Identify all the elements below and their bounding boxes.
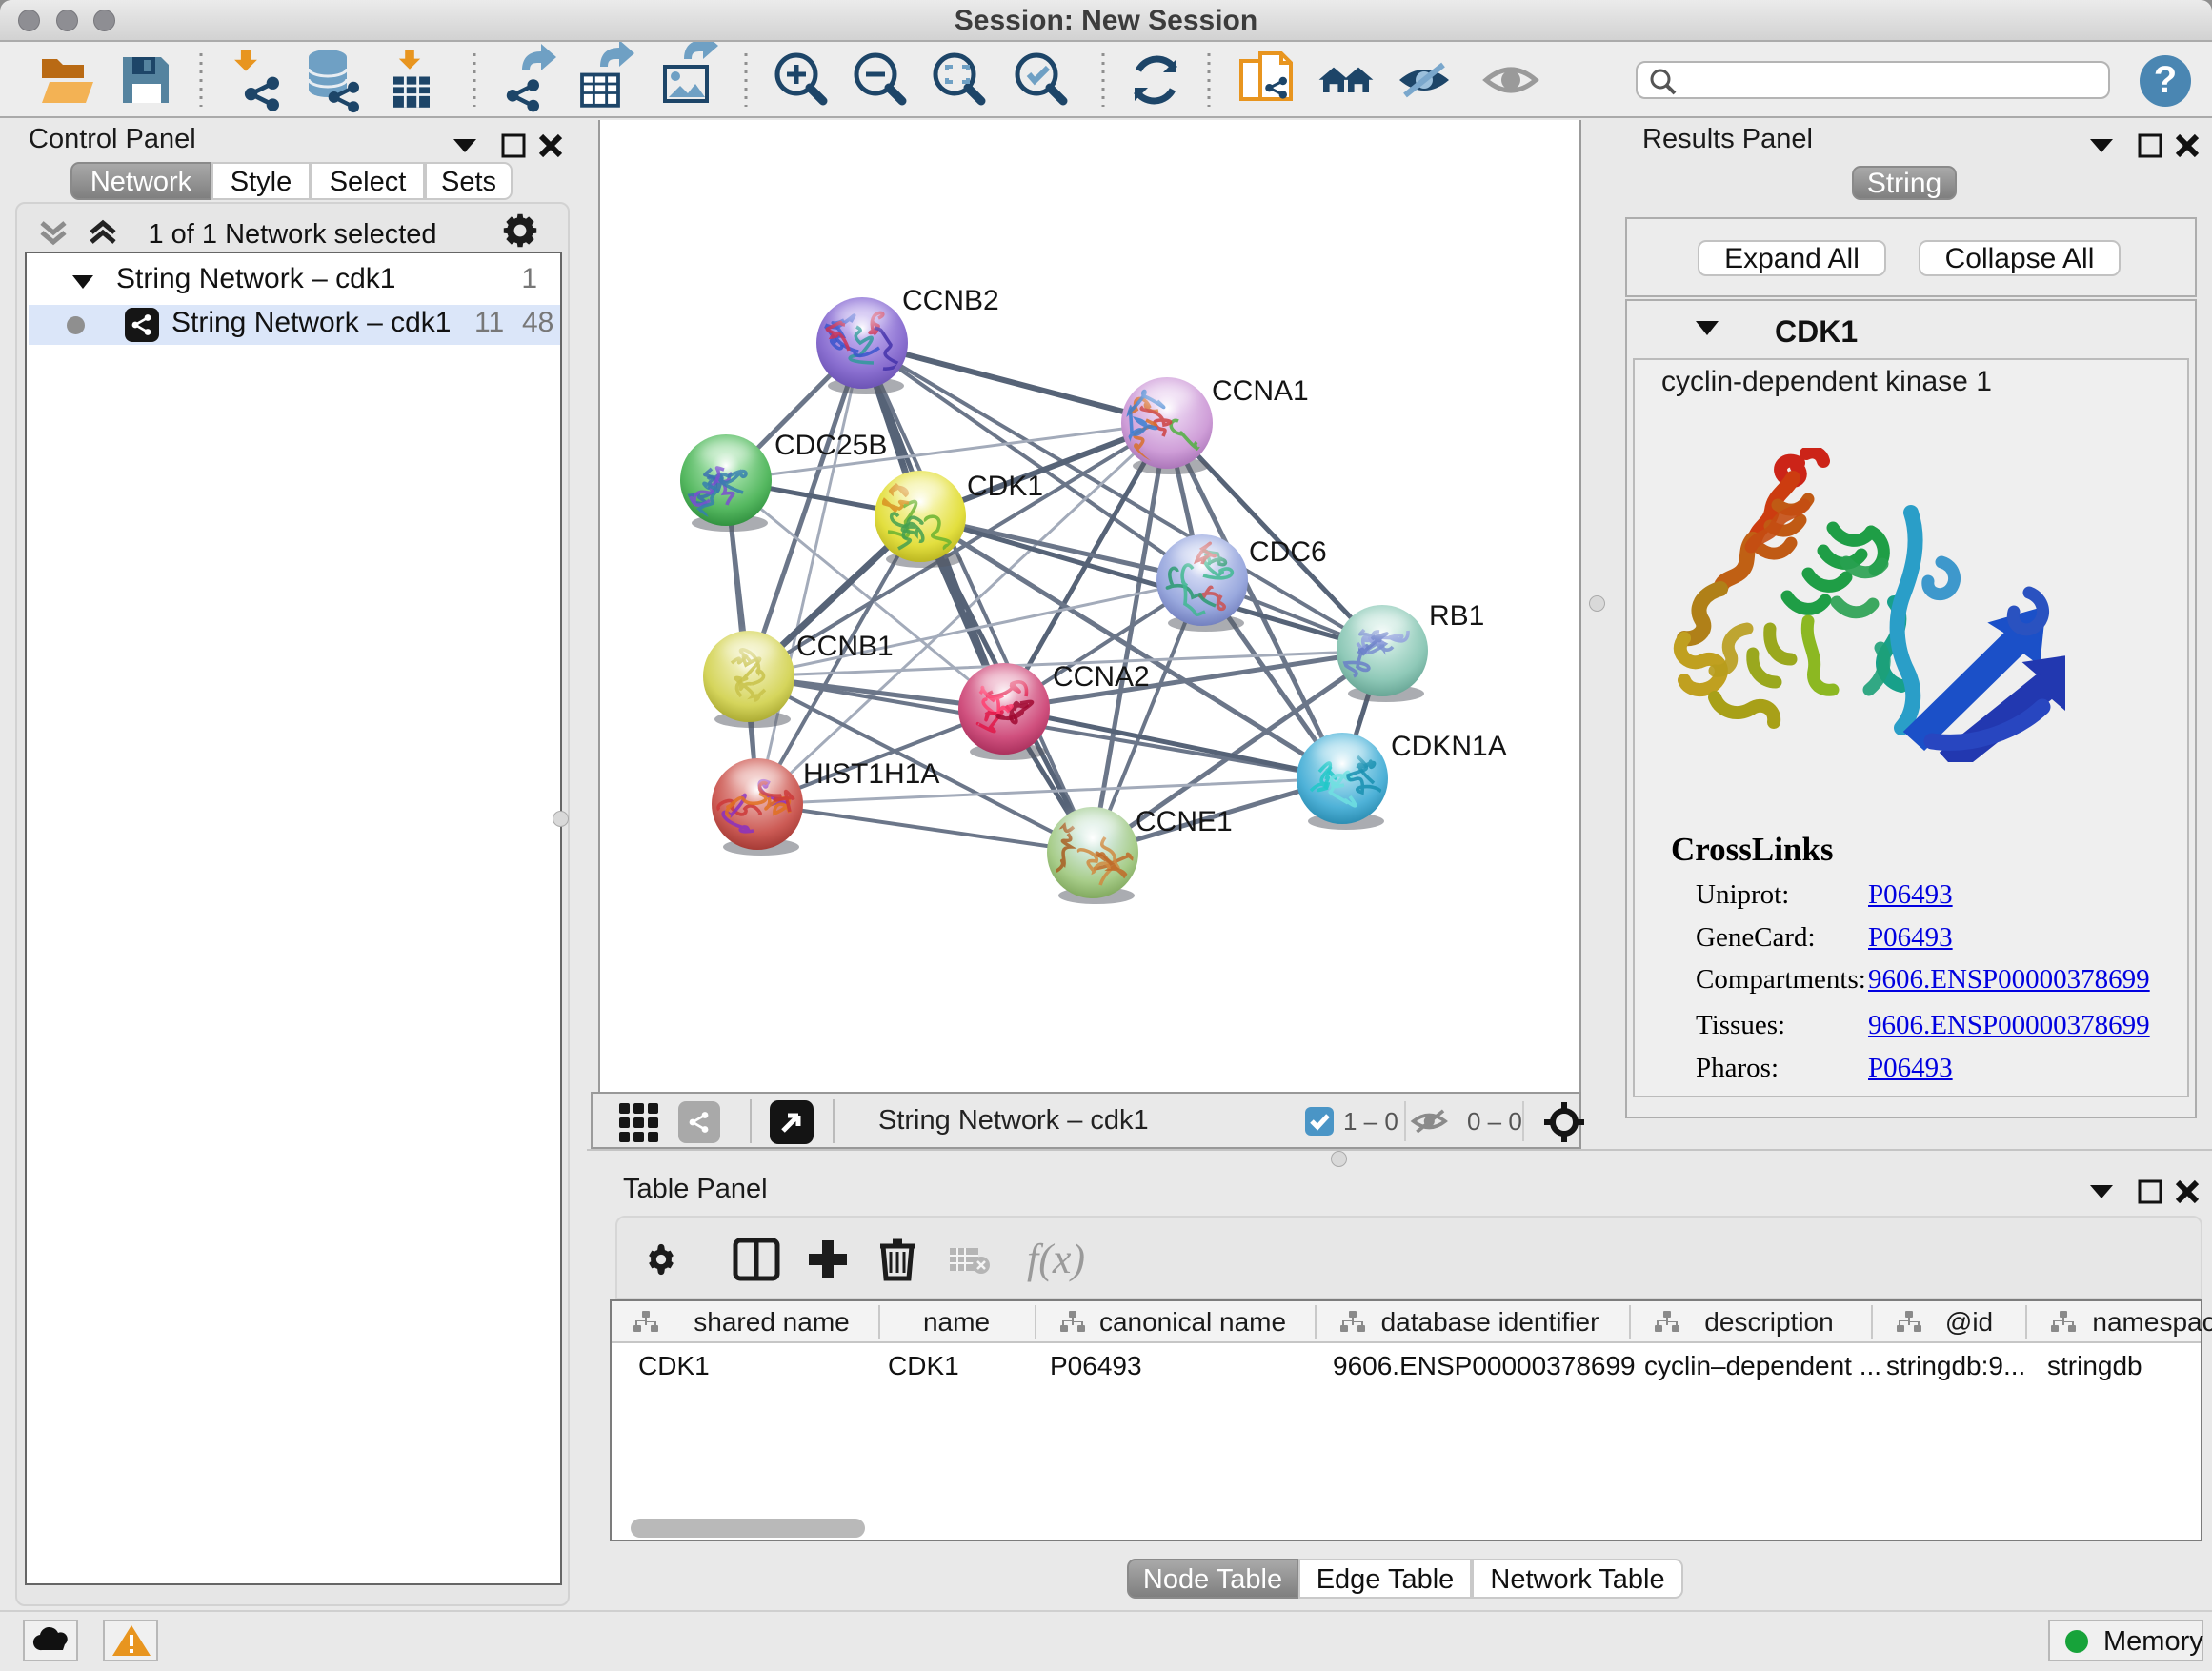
svg-text:CCNB2: CCNB2 (902, 285, 999, 316)
svg-text:CDC6: CDC6 (1249, 536, 1327, 568)
svg-text:HIST1H1A: HIST1H1A (803, 758, 939, 790)
svg-text:CCNB1: CCNB1 (796, 631, 894, 662)
svg-text:CDC25B: CDC25B (774, 430, 887, 461)
svg-text:CDKN1A: CDKN1A (1391, 731, 1507, 762)
svg-text:f(x): f(x) (1027, 1236, 1085, 1282)
svg-text:CCNA2: CCNA2 (1053, 661, 1150, 693)
svg-text:RB1: RB1 (1429, 600, 1484, 632)
svg-text:CDK1: CDK1 (967, 471, 1043, 502)
svg-text:CCNA1: CCNA1 (1212, 375, 1309, 407)
svg-text:CCNE1: CCNE1 (1136, 806, 1233, 837)
